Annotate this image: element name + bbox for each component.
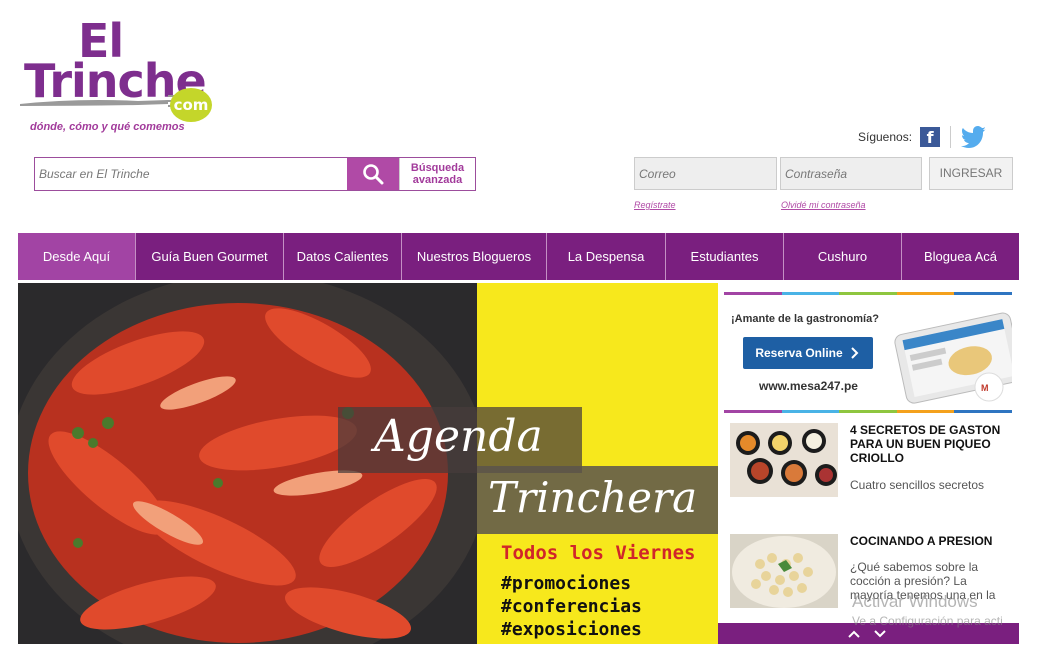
reserva-online-label: Reserva Online: [755, 346, 843, 360]
facebook-icon[interactable]: f: [920, 127, 941, 147]
hero-tag: #promociones: [501, 573, 632, 594]
article-card[interactable]: 4 SECRETOS DE GASTON PARA UN BUEN PIQUEO…: [730, 423, 1012, 498]
site-logo[interactable]: El Trinche com dónde, cómo y qué comemos: [18, 18, 218, 138]
article-thumbnail: [730, 423, 838, 497]
activation-watermark-title: Activar Windows: [852, 592, 978, 611]
article-title[interactable]: COCINANDO A PRESION: [850, 534, 1012, 548]
nav-item-guia-buen-gourmet[interactable]: Guía Buen Gourmet: [136, 233, 284, 280]
nav-item-bloguea-aca[interactable]: Bloguea Acá: [902, 233, 1019, 280]
social-follow: Síguenos: f: [858, 126, 987, 148]
search-icon: [363, 164, 384, 185]
rainbow-divider: [724, 410, 1012, 413]
logo-tagline: dónde, cómo y qué comemos: [30, 121, 185, 133]
logo-com-badge: com: [170, 88, 212, 122]
login-button[interactable]: INGRESAR: [929, 157, 1013, 190]
hero-schedule: Todos los Viernes: [501, 542, 696, 564]
hero-title-trinchera: Trinchera: [488, 473, 698, 522]
nav-item-datos-calientes[interactable]: Datos Calientes: [284, 233, 402, 280]
ad-headline: ¡Amante de la gastronomía?: [731, 313, 879, 325]
advanced-search-line1: Búsqueda: [410, 162, 465, 174]
chevron-up-icon: [848, 630, 860, 638]
search-button[interactable]: [347, 158, 399, 190]
article-title[interactable]: 4 SECRETOS DE GASTON PARA UN BUEN PIQUEO…: [850, 423, 1012, 465]
hero-tag: #conferencias: [501, 596, 642, 617]
search-bar: Búsquedaavanzada: [34, 157, 476, 191]
fork-icon: [20, 95, 183, 107]
nav-item-nuestros-blogueros[interactable]: Nuestros Blogueros: [402, 233, 547, 280]
activation-watermark-subtitle: Ve a Configuración para acti: [852, 614, 1003, 628]
svg-text:M: M: [981, 383, 989, 393]
main-nav: Desde Aquí Guía Buen Gourmet Datos Calie…: [18, 233, 1019, 280]
nav-item-desde-aqui[interactable]: Desde Aquí: [18, 233, 136, 280]
chevron-down-icon: [874, 629, 886, 637]
email-field[interactable]: [634, 157, 777, 190]
hero-tag: #exposiciones: [501, 619, 642, 640]
social-divider: [950, 126, 952, 148]
nav-item-la-despensa[interactable]: La Despensa: [547, 233, 666, 280]
phone-app-image: M: [894, 312, 1012, 404]
forgot-password-link[interactable]: Olvidé mi contraseña: [781, 200, 866, 210]
hero-title-agenda: Agenda: [374, 411, 543, 462]
chevron-right-icon: [850, 347, 859, 359]
advanced-search-line2: avanzada: [412, 174, 463, 186]
password-field[interactable]: [780, 157, 922, 190]
article-excerpt: Cuatro sencillos secretos: [850, 478, 985, 492]
nav-item-cushuro[interactable]: Cushuro: [784, 233, 902, 280]
advanced-search-link[interactable]: Búsqueda avanzada: [399, 158, 475, 190]
follow-label: Síguenos:: [858, 130, 913, 144]
register-link[interactable]: Regístrate: [634, 200, 676, 210]
article-thumbnail: [730, 534, 838, 608]
search-input[interactable]: [35, 158, 347, 190]
ad-url: www.mesa247.pe: [759, 379, 858, 393]
hero-banner[interactable]: Agenda Trinchera Todos los Viernes #prom…: [18, 283, 718, 644]
rainbow-divider: [724, 292, 1012, 295]
twitter-icon[interactable]: [961, 126, 987, 148]
nav-item-estudiantes[interactable]: Estudiantes: [666, 233, 784, 280]
reserva-online-button[interactable]: Reserva Online: [743, 337, 873, 369]
mesa247-ad[interactable]: ¡Amante de la gastronomía? Reserva Onlin…: [724, 297, 1012, 411]
